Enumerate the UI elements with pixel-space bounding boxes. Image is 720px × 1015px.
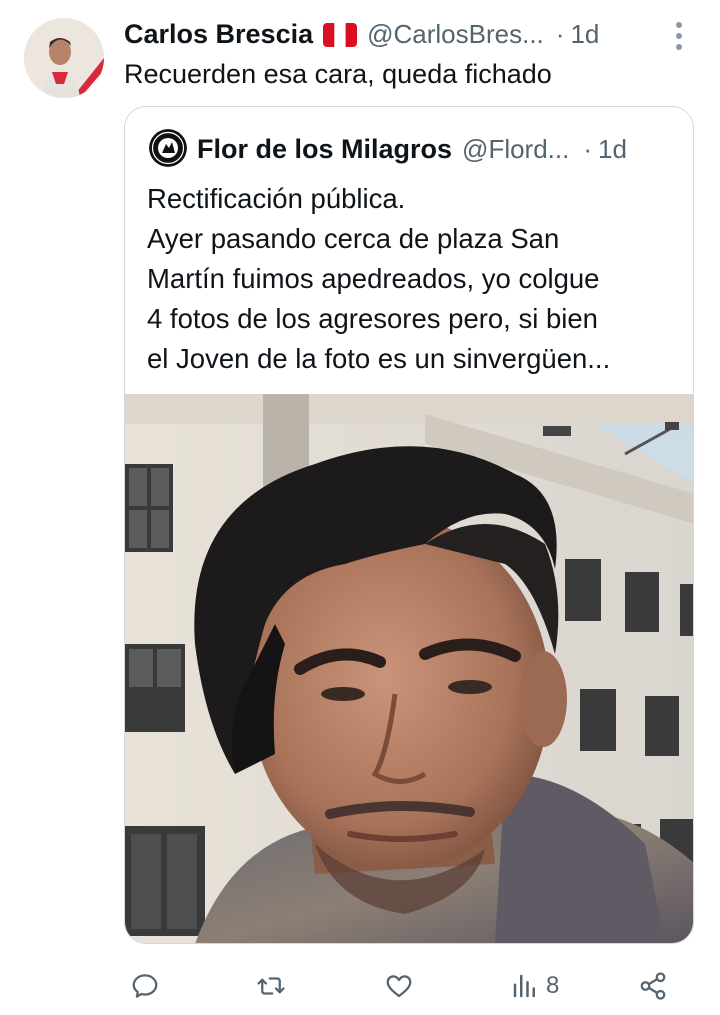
- views-count: 8: [546, 972, 560, 999]
- quoted-text-line: Martín fuimos apedreados, yo colgue: [147, 263, 600, 294]
- reply-icon: [132, 974, 158, 998]
- quoted-tweet[interactable]: Flor de los Milagros @Flord... · 1d Rect…: [124, 106, 694, 944]
- separator-dot: ·: [555, 18, 565, 49]
- author-name[interactable]: Carlos Brescia: [124, 19, 313, 50]
- quoted-author-name[interactable]: Flor de los Milagros: [197, 134, 452, 165]
- author-handle[interactable]: @CarlosBres...: [367, 19, 544, 50]
- action-bar: 8: [124, 966, 674, 1006]
- heart-icon: [386, 975, 412, 998]
- share-button[interactable]: [638, 966, 668, 1006]
- quoted-text: Rectificación pública. Ayer pasando cerc…: [147, 179, 677, 379]
- views-button[interactable]: 8: [510, 966, 559, 1006]
- tweet-header: Carlos Brescia @CarlosBres... · 1d: [124, 14, 694, 54]
- quoted-text-line: Ayer pasando cerca de plaza San: [147, 223, 560, 254]
- quoted-text-line: 4 fotos de los agresores pero, si bien: [147, 303, 598, 334]
- reply-button[interactable]: [130, 966, 160, 1006]
- tweet-text: Recuerden esa cara, queda fichado: [124, 59, 552, 89]
- retweet-icon: [257, 977, 285, 995]
- retweet-button[interactable]: [256, 966, 286, 1006]
- quoted-text-line: el Joven de la foto es un sinvergüen...: [147, 343, 611, 374]
- quoted-header: Flor de los Milagros @Flord... · 1d: [197, 129, 673, 169]
- separator-dot: ·: [583, 133, 593, 164]
- tweet-time[interactable]: 1d: [570, 19, 599, 50]
- quoted-author-handle[interactable]: @Flord...: [462, 134, 569, 165]
- quoted-text-line: Rectificación pública.: [147, 183, 406, 214]
- more-vertical-icon[interactable]: [674, 21, 684, 51]
- quoted-photo[interactable]: [125, 394, 693, 943]
- like-button[interactable]: [384, 966, 414, 1006]
- share-icon: [640, 972, 666, 1000]
- author-avatar[interactable]: [24, 18, 104, 98]
- peru-flag-icon: [323, 23, 358, 47]
- quoted-author-avatar[interactable]: [149, 129, 187, 167]
- views-icon: [513, 974, 535, 998]
- quoted-time[interactable]: 1d: [598, 134, 627, 165]
